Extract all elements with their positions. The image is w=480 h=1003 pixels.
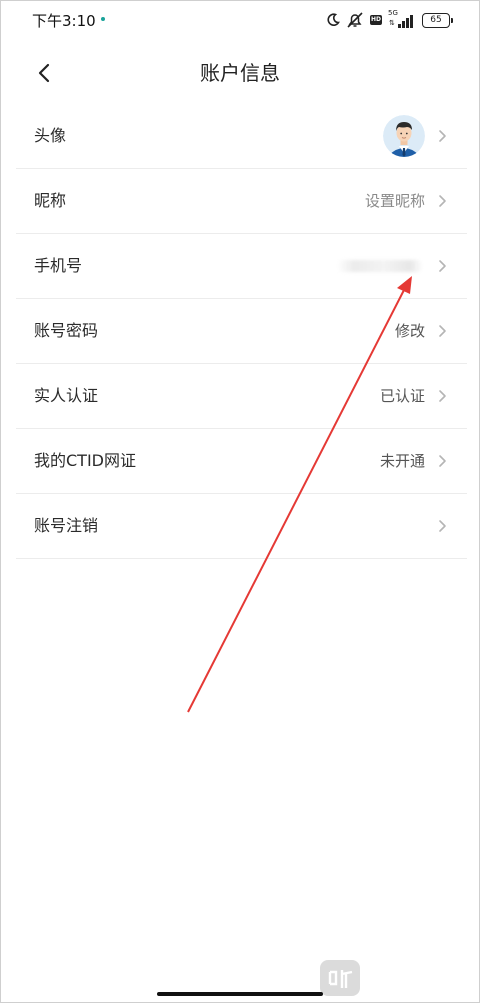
account-settings-list: 头像 昵称 设置昵称 手机号 账号密码 修改 实人认证 已认证 我的CTID网证… xyxy=(16,104,467,559)
avatar xyxy=(383,115,425,157)
network-type: 5G xyxy=(388,9,398,17)
row-value-phone-redacted xyxy=(337,260,423,272)
status-icons: HD 5G ⇅ 65 xyxy=(326,9,453,31)
mute-bell-icon xyxy=(347,12,363,28)
row-phone[interactable]: 手机号 xyxy=(16,234,467,299)
notification-dot-icon xyxy=(101,17,105,21)
chevron-right-icon xyxy=(439,520,446,532)
hd-icon: HD xyxy=(370,15,382,25)
watermark-logo-icon xyxy=(320,960,360,996)
header: 账户信息 xyxy=(0,48,480,98)
row-label-verification: 实人认证 xyxy=(34,386,99,405)
row-value-nickname: 设置昵称 xyxy=(364,192,425,210)
home-indicator[interactable] xyxy=(157,992,323,996)
row-cancel-account[interactable]: 账号注销 xyxy=(16,494,467,559)
chevron-right-icon xyxy=(439,195,446,207)
data-arrows-icon: ⇅ xyxy=(389,19,395,27)
row-ctid[interactable]: 我的CTID网证 未开通 xyxy=(16,429,467,494)
row-label-ctid: 我的CTID网证 xyxy=(34,451,136,470)
row-label-password: 账号密码 xyxy=(34,321,99,340)
row-value-ctid: 未开通 xyxy=(379,452,425,470)
avatar-image-icon xyxy=(383,115,425,157)
status-bar: 下午3:10 HD 5G ⇅ 65 xyxy=(0,0,480,40)
page-title: 账户信息 xyxy=(200,61,280,85)
row-label-phone: 手机号 xyxy=(34,256,83,275)
chevron-right-icon xyxy=(439,260,446,272)
chevron-right-icon xyxy=(439,455,446,467)
row-label-nickname: 昵称 xyxy=(34,191,67,210)
row-nickname[interactable]: 昵称 设置昵称 xyxy=(16,169,467,234)
row-label-avatar: 头像 xyxy=(34,126,67,145)
row-value-verification: 已认证 xyxy=(379,387,425,405)
row-avatar[interactable]: 头像 xyxy=(16,104,467,169)
row-value-password: 修改 xyxy=(394,322,425,340)
signal-bars xyxy=(398,15,413,28)
row-verification[interactable]: 实人认证 已认证 xyxy=(16,364,467,429)
signal-icon: 5G ⇅ xyxy=(388,9,416,28)
battery-icon: 65 xyxy=(422,12,453,28)
chevron-right-icon xyxy=(439,325,446,337)
battery-level: 65 xyxy=(430,14,442,25)
moon-icon xyxy=(327,13,340,27)
chevron-right-icon xyxy=(439,130,446,142)
chevron-right-icon xyxy=(439,390,446,402)
watermark-logo xyxy=(318,958,362,998)
row-label-cancel-account: 账号注销 xyxy=(34,516,99,535)
row-password[interactable]: 账号密码 修改 xyxy=(16,299,467,364)
status-time: 下午3:10 xyxy=(32,12,96,30)
